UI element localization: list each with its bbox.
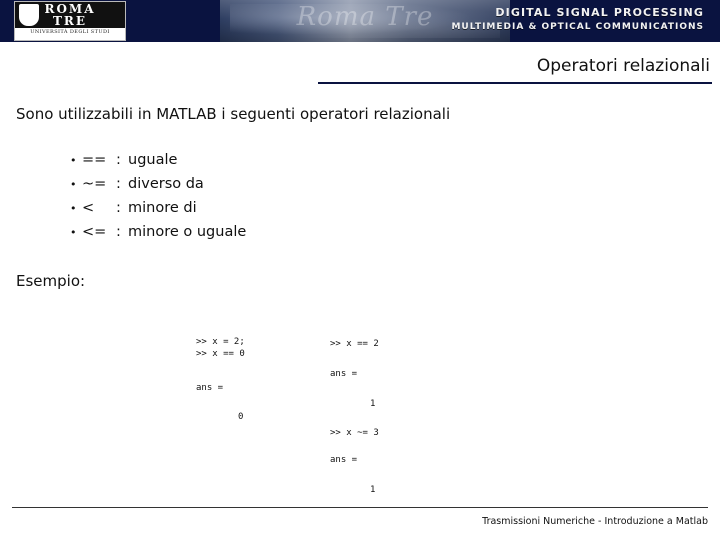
university-crest-icon [19,4,39,26]
department-title-line1: DIGITAL SIGNAL PROCESSING [495,6,704,19]
title-divider [318,82,712,84]
bullet-marker-icon: • [70,178,77,191]
slide-title-area: Operatori relazionali [0,56,720,84]
bullet-definition: uguale [128,152,178,168]
bullet-definition: minore di [128,200,197,216]
code-block-right-input1: >> x == 2 [330,339,379,349]
code-block-left-value: 0 [238,412,244,422]
list-item: • ~= : diverso da [70,176,246,200]
university-logo-inner: ROMA TRE UNIVERSITÀ DEGLI STUDI [15,2,125,40]
bullet-marker-icon: • [70,202,77,215]
bullet-colon: : [116,152,121,168]
code-block-left-ans: ans = [196,383,224,393]
department-title-line2: MULTIMEDIA & OPTICAL COMMUNICATIONS [451,22,704,32]
bullet-list: • == : uguale • ~= : diverso da • < : mi… [70,152,246,248]
bullet-operator: ~= [82,176,107,192]
code-block-right-value1: 1 [370,399,376,409]
bullet-colon: : [116,224,121,240]
bullet-marker-icon: • [70,154,77,167]
bullet-operator: <= [82,224,107,240]
bullet-definition: diverso da [128,176,204,192]
bullet-operator: < [82,200,95,216]
example-label: Esempio: [16,272,86,290]
code-block-left-input: >> x = 2; >> x == 0 [196,337,245,359]
list-item: • <= : minore o uguale [70,224,246,248]
code-block-right-value2: 1 [370,485,376,495]
list-item: • < : minore di [70,200,246,224]
footer-label: Trasmissioni Numeriche - Introduzione a … [482,516,708,527]
footer-divider [12,507,708,508]
bullet-definition: minore o uguale [128,224,247,240]
bullet-colon: : [116,200,121,216]
bullet-marker-icon: • [70,226,77,239]
intro-text: Sono utilizzabili in MATLAB i seguenti o… [16,105,451,123]
code-block-right-ans1: ans = [330,369,358,379]
list-item: • == : uguale [70,152,246,176]
university-logo-subtitle: UNIVERSITÀ DEGLI STUDI [30,29,110,35]
code-block-right-input2: >> x ~= 3 [330,428,379,438]
bullet-operator: == [82,152,107,168]
bullet-colon: : [116,176,121,192]
code-block-right-ans2: ans = [330,455,358,465]
department-title: DIGITAL SIGNAL PROCESSING MULTIMEDIA & O… [451,5,704,35]
header-banner: Roma Tre ROMA TRE UNIVERSITÀ DEGLI STUDI… [0,0,720,42]
page-title: Operatori relazionali [536,56,710,76]
university-logo: ROMA TRE UNIVERSITÀ DEGLI STUDI [14,1,126,41]
